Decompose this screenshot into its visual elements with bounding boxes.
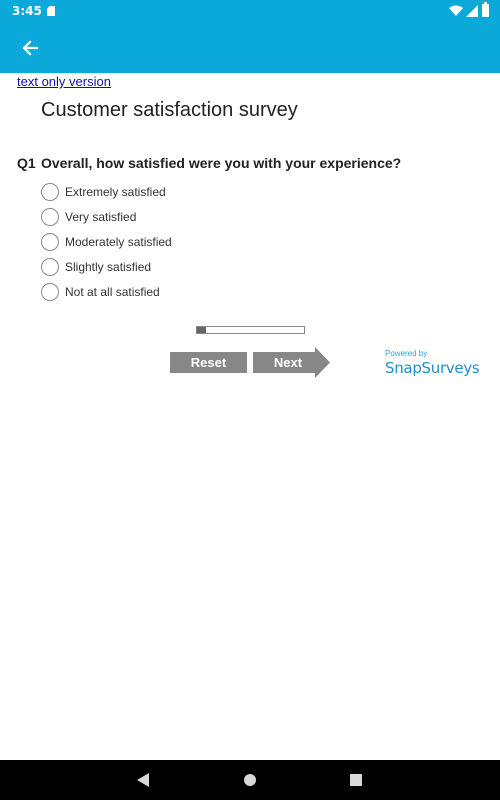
option-moderately-satisfied[interactable]: Moderately satisfied (41, 232, 241, 257)
signal-icon (466, 5, 478, 17)
app-bar (0, 24, 500, 73)
option-slightly-satisfied[interactable]: Slightly satisfied (41, 257, 241, 282)
survey-title: Customer satisfaction survey (41, 99, 298, 121)
radio-button[interactable] (41, 208, 59, 226)
powered-by-text: Powered by (385, 349, 428, 358)
radio-button[interactable] (41, 183, 59, 201)
reset-button[interactable]: Reset (170, 352, 247, 373)
back-triangle-icon[interactable] (137, 773, 149, 787)
option-label: Extremely satisfied (65, 185, 166, 199)
status-time: 3:45 (12, 4, 42, 18)
text-only-version-link[interactable]: text only version (17, 74, 111, 89)
option-extremely-satisfied[interactable]: Extremely satisfied (41, 182, 241, 207)
radio-button[interactable] (41, 233, 59, 251)
question-text: Overall, how satisfied were you with you… (41, 155, 402, 171)
radio-button[interactable] (41, 258, 59, 276)
sd-card-icon (47, 6, 55, 16)
option-label: Not at all satisfied (65, 285, 160, 299)
home-circle-icon[interactable] (244, 774, 256, 786)
option-very-satisfied[interactable]: Very satisfied (41, 207, 241, 232)
wifi-icon (449, 5, 463, 16)
progress-bar (196, 326, 305, 334)
next-button[interactable]: Next (253, 347, 330, 378)
status-bar: 3:45 (0, 0, 500, 24)
progress-fill (197, 327, 206, 333)
recents-square-icon[interactable] (350, 774, 362, 786)
option-not-at-all-satisfied[interactable]: Not at all satisfied (41, 282, 241, 307)
option-label: Moderately satisfied (65, 235, 172, 249)
question-number: Q1 (17, 155, 36, 171)
radio-button[interactable] (41, 283, 59, 301)
battery-icon (482, 2, 489, 17)
navigation-bar (0, 760, 500, 800)
answer-options: Extremely satisfied Very satisfied Moder… (41, 182, 241, 307)
arrow-left-icon (22, 40, 39, 56)
option-label: Slightly satisfied (65, 260, 152, 274)
next-label: Next (273, 355, 303, 370)
back-button[interactable] (14, 32, 46, 64)
option-label: Very satisfied (65, 210, 137, 224)
snap-surveys-logo: SnapSurveys (385, 359, 480, 377)
